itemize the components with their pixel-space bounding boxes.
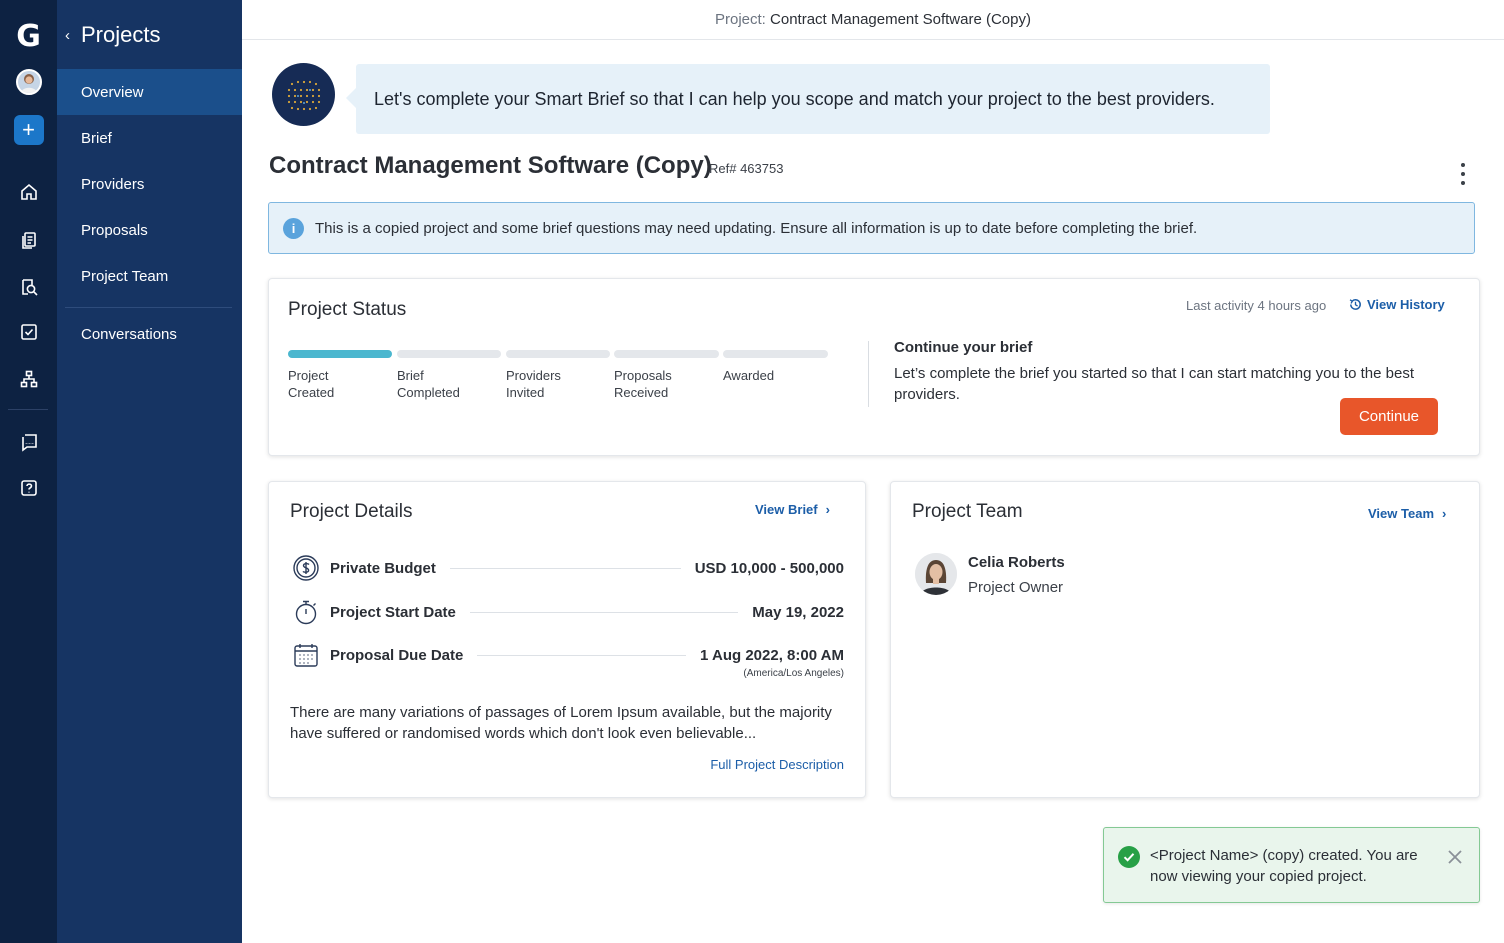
start-date-value: May 19, 2022 [752,603,844,621]
step-bar-brief [397,350,501,358]
assistant-avatar [272,63,335,126]
due-date-value: 1 Aug 2022, 8:00 AM [700,646,844,664]
back-chevron-icon[interactable]: ‹ [65,27,70,44]
nav-item-project-team[interactable]: Project Team [57,253,242,299]
step-label-created: Project Created [288,368,335,400]
status-divider [868,341,869,407]
close-icon[interactable] [1445,847,1465,867]
nav-item-brief[interactable]: Brief [57,115,242,161]
member-name: Celia Roberts [968,554,1065,571]
member-avatar[interactable] [915,553,957,595]
continue-title: Continue your brief [894,339,1033,356]
nav-item-overview[interactable]: Overview [57,69,242,115]
project-description: There are many variations of passages of… [290,704,832,742]
chat-icon[interactable] [0,430,57,454]
budget-value: USD 10,000 - 500,000 [694,559,844,577]
continue-button[interactable]: Continue [1340,398,1438,435]
header-project-name: Contract Management Software (Copy) [770,11,1031,28]
project-nav: ‹ Projects Overview Brief Providers Prop… [57,0,242,943]
team-title: Project Team [912,501,1023,522]
banner-text: This is a copied project and some brief … [315,219,1198,237]
rail-divider [8,409,48,410]
view-history-link[interactable]: View History [1348,297,1445,312]
project-ref: Ref# 463753 [709,161,784,176]
success-toast: <Project Name> (copy) created. You are n… [1103,827,1480,903]
step-label-providers: Providers Invited [506,368,561,400]
nav-item-providers[interactable]: Providers [57,161,242,207]
view-brief-link[interactable]: View Brief › [755,502,830,517]
more-options-icon[interactable] [1455,163,1471,185]
home-icon[interactable] [0,180,57,204]
step-label-awarded: Awarded [723,368,775,383]
calendar-icon [291,640,321,670]
nav-item-conversations[interactable]: Conversations [57,311,242,357]
toast-message: <Project Name> (copy) created. You are n… [1150,847,1418,885]
history-icon [1349,299,1361,310]
step-bar-proposals [614,350,719,358]
view-team-link[interactable]: View Team › [1368,506,1446,521]
chevron-right-icon: › [825,502,830,517]
top-bar: Project: Contract Management Software (C… [242,0,1504,40]
user-avatar[interactable] [0,68,57,96]
project-details-card: Project Details View Brief › Private Bud… [268,481,866,798]
step-label-proposals: Proposals Received [614,368,672,400]
budget-icon [291,553,321,583]
copied-project-banner: i This is a copied project and some brie… [268,202,1475,254]
icon-rail: G + [0,0,57,943]
nav-header: ‹ Projects [57,18,242,52]
status-title: Project Status [288,299,407,320]
step-bar-awarded [723,350,828,358]
timezone-note: (America/Los Angeles) [743,668,844,679]
detail-row-budget: Private Budget USD 10,000 - 500,000 [291,553,844,583]
detail-row-start-date: Project Start Date May 19, 2022 [291,597,844,627]
info-icon: i [283,217,304,239]
header-prefix: Project: [715,11,771,28]
help-icon[interactable] [0,476,57,500]
org-chart-icon[interactable] [0,367,57,391]
assistant-message: Let's complete your Smart Brief so that … [346,64,1270,134]
step-label-brief: Brief Completed [397,368,460,400]
logo-icon[interactable]: G [0,16,57,56]
chevron-right-icon: › [1442,506,1447,521]
step-bar-created [288,350,392,358]
nav-item-proposals[interactable]: Proposals [57,207,242,253]
stopwatch-icon [291,597,321,627]
details-title: Project Details [290,501,413,522]
member-role: Project Owner [968,579,1064,596]
detail-row-due-date: Proposal Due Date 1 Aug 2022, 8:00 AM [291,640,844,670]
project-title: Contract Management Software (Copy) [269,152,712,179]
nav-title[interactable]: Projects [81,22,160,48]
full-description-link[interactable]: Full Project Description [708,757,844,772]
last-activity: Last activity 4 hours ago [1186,298,1327,313]
check-circle-icon [1118,846,1140,868]
step-bar-providers [506,350,610,358]
add-icon: + [13,115,44,145]
checklist-icon[interactable] [0,320,57,344]
add-button[interactable]: + [0,115,57,145]
nav-divider [65,307,232,308]
documents-icon[interactable] [0,228,57,252]
project-status-card: Project Status Last activity 4 hours ago… [268,278,1480,456]
project-team-card: Project Team View Team › Celia Roberts P… [890,481,1480,798]
search-document-icon[interactable] [0,275,57,299]
